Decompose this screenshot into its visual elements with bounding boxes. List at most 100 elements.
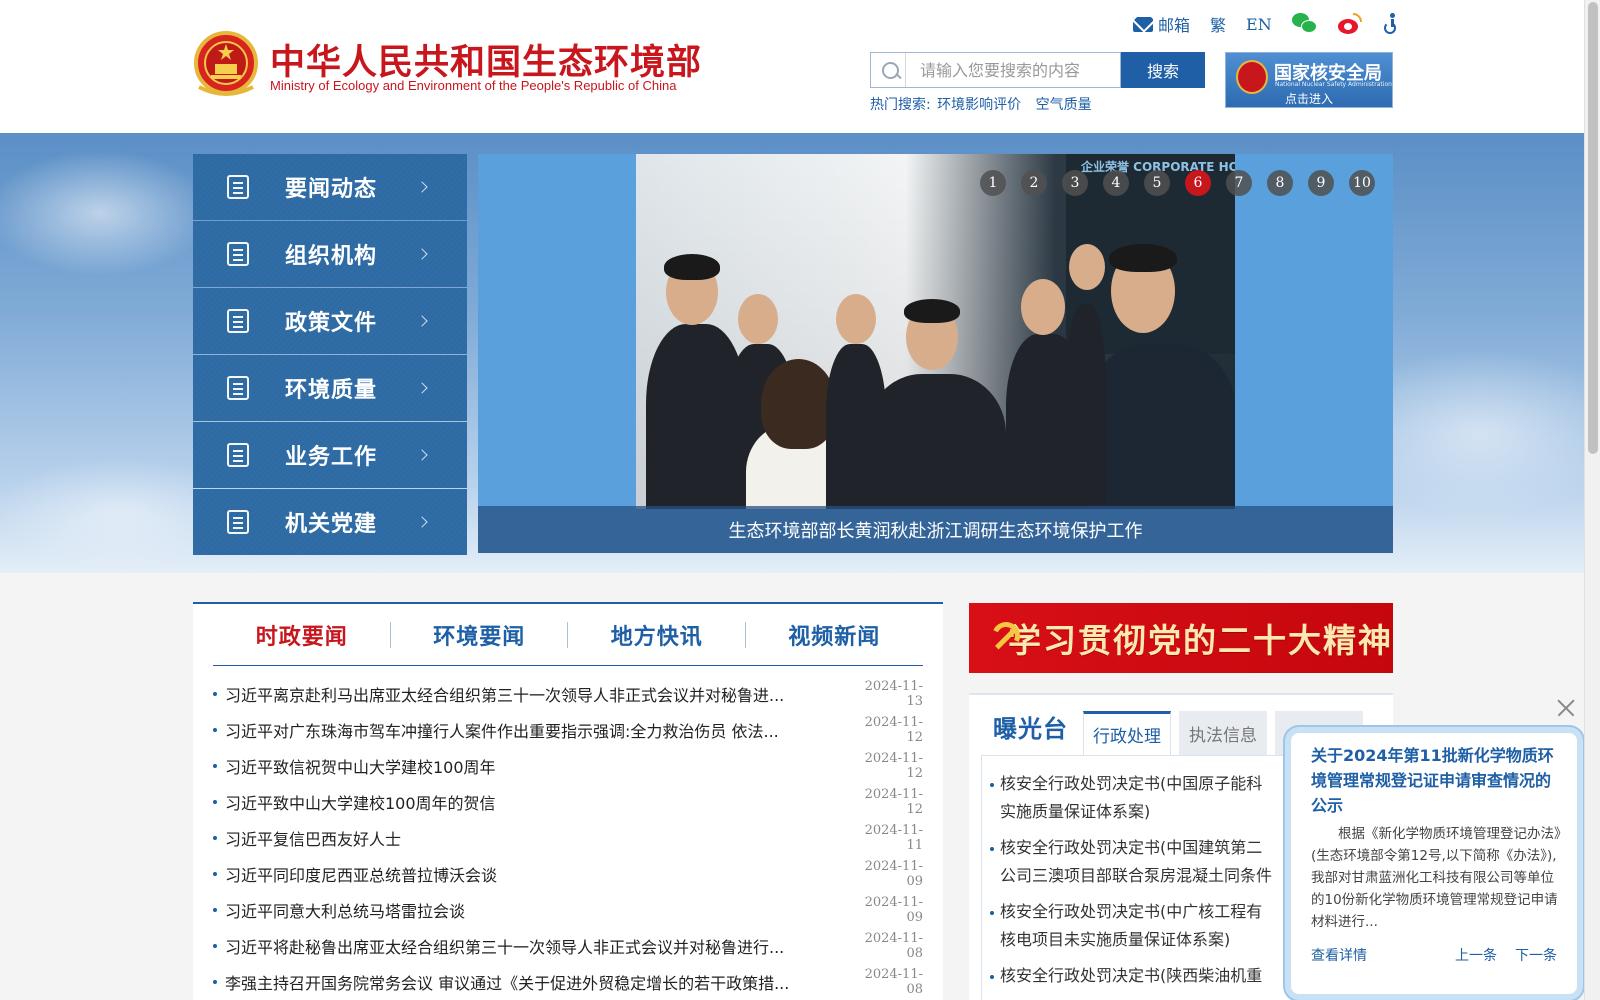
nnsa-enter-label: 点击进入 bbox=[1284, 92, 1333, 106]
news-panel: 时政要闻 环境要闻 地方快讯 视频新闻 习近平离京赴利马出席亚太经合组织第三十一… bbox=[193, 602, 943, 1000]
slide-dot[interactable]: 9 bbox=[1308, 170, 1334, 196]
slide-dot[interactable]: 7 bbox=[1226, 170, 1252, 196]
news-list: 习近平离京赴利马出席亚太经合组织第三十一次领导人非正式会议并对秘鲁进... 202… bbox=[213, 676, 923, 1000]
bullet-icon bbox=[213, 980, 217, 984]
news-item[interactable]: 习近平复信巴西友好人士 2024-11-11 bbox=[213, 820, 923, 856]
news-item[interactable]: 李强主持召开国务院常务会议 审议通过《关于促进外贸稳定增长的若干政策措... 20… bbox=[213, 964, 923, 1000]
slide-photo[interactable]: 企业荣誉 CORPORATE HONORS bbox=[636, 154, 1235, 509]
slide-caption[interactable]: 生态环境部部长黄润秋赴浙江调研生态环境保护工作 bbox=[478, 506, 1393, 553]
tab-politics-news[interactable]: 时政要闻 bbox=[213, 604, 391, 665]
nav-item-business[interactable]: 业务工作 bbox=[193, 422, 467, 488]
popup-body: 根据《新化学物质环境管理登记办法》(生态环境部令第12号,以下简称《办法》),我… bbox=[1311, 826, 1561, 930]
news-item[interactable]: 习近平致中山大学建校100周年的贺信 2024-11-12 bbox=[213, 784, 923, 820]
nnsa-entry-button[interactable]: 国家核安全局 National Nuclear Safety Administr… bbox=[1225, 52, 1393, 108]
nav-item-environment-quality[interactable]: 环境质量 bbox=[193, 355, 467, 421]
popup-title[interactable]: 关于2024年第11批新化学物质环境管理常规登记证申请审查情况的公示 bbox=[1311, 743, 1566, 818]
news-item[interactable]: 习近平同意大利总统马塔雷拉会谈 2024-11-09 bbox=[213, 892, 923, 928]
bullet-icon bbox=[213, 692, 217, 696]
photo-person-hair bbox=[1109, 244, 1177, 272]
tab-environment-news[interactable]: 环境要闻 bbox=[391, 604, 569, 665]
photo-person bbox=[1086, 344, 1235, 509]
hot-search: 热门搜索: 环境影响评价 空气质量 bbox=[870, 94, 1102, 114]
slide-dot[interactable]: 5 bbox=[1144, 170, 1170, 196]
photo-person bbox=[826, 344, 886, 509]
bullet-icon bbox=[213, 800, 217, 804]
tab-administrative[interactable]: 行政处理 bbox=[1083, 711, 1171, 755]
nav-label: 环境质量 bbox=[285, 378, 378, 403]
news-slider[interactable]: 企业荣誉 CORPORATE HONORS 1 2 3 4 5 6 7 8 9 … bbox=[478, 154, 1393, 553]
side-nav: 要闻动态 组织机构 政策文件 环境质量 业务工作 机关党建 bbox=[193, 154, 467, 556]
site-title-en: Ministry of Ecology and Environment of t… bbox=[270, 78, 677, 93]
national-emblem-icon bbox=[194, 31, 258, 96]
party-banner[interactable]: 学习贯彻党的二十大精神 bbox=[969, 603, 1393, 673]
nav-item-party-building[interactable]: 机关党建 bbox=[193, 489, 467, 555]
nav-label: 组织机构 bbox=[285, 244, 378, 269]
nav-item-policy[interactable]: 政策文件 bbox=[193, 288, 467, 354]
photo-person-hair bbox=[664, 254, 720, 280]
news-date: 2024-11-13 bbox=[864, 679, 923, 709]
english-link[interactable]: EN bbox=[1246, 15, 1272, 34]
slide-dot[interactable]: 1 bbox=[980, 170, 1006, 196]
tab-video-news[interactable]: 视频新闻 bbox=[746, 604, 924, 665]
mail-label: 邮箱 bbox=[1158, 16, 1191, 35]
news-item[interactable]: 习近平致信祝贺中山大学建校100周年 2024-11-12 bbox=[213, 748, 923, 784]
scrollbar-thumb[interactable] bbox=[1588, 2, 1598, 454]
news-item[interactable]: 习近平同印度尼西亚总统普拉博沃会谈 2024-11-09 bbox=[213, 856, 923, 892]
news-date: 2024-11-08 bbox=[864, 967, 923, 997]
mail-icon bbox=[1133, 16, 1153, 32]
news-date: 2024-11-08 bbox=[864, 931, 923, 961]
weibo-icon bbox=[1337, 13, 1362, 35]
hammer-sickle-icon bbox=[987, 618, 1024, 658]
news-item[interactable]: 习近平离京赴利马出席亚太经合组织第三十一次领导人非正式会议并对秘鲁进... 202… bbox=[213, 676, 923, 712]
news-title: 习近平致中山大学建校100周年的贺信 bbox=[225, 794, 496, 813]
weibo-link[interactable] bbox=[1337, 13, 1362, 35]
slide-dot-active[interactable]: 6 bbox=[1185, 170, 1211, 196]
nav-label: 业务工作 bbox=[285, 445, 378, 470]
party-banner-text: 学习贯彻党的二十大精神 bbox=[1008, 621, 1393, 660]
nav-item-organization[interactable]: 组织机构 bbox=[193, 221, 467, 287]
tab-enforcement[interactable]: 执法信息 bbox=[1179, 711, 1267, 755]
popup-detail-link[interactable]: 查看详情 bbox=[1311, 945, 1367, 965]
notice-popup: 关于2024年第11批新化学物质环境管理常规登记证申请审查情况的公示 根据《新化… bbox=[1285, 727, 1583, 1000]
news-date: 2024-11-12 bbox=[864, 715, 923, 745]
search-button[interactable]: 搜索 bbox=[1121, 52, 1205, 88]
bullet-icon bbox=[213, 764, 217, 768]
news-item[interactable]: 习近平将赴秘鲁出席亚太经合组织第三十一次领导人非正式会议并对秘鲁进行... 202… bbox=[213, 928, 923, 964]
chevron-right-icon bbox=[416, 449, 428, 461]
slide-dot[interactable]: 3 bbox=[1062, 170, 1088, 196]
slide-dot[interactable]: 2 bbox=[1021, 170, 1047, 196]
chevron-right-icon bbox=[416, 382, 428, 394]
search-input[interactable] bbox=[906, 54, 1120, 86]
briefcase-icon bbox=[227, 443, 249, 467]
photo-person-head bbox=[1069, 244, 1105, 290]
tab-local-news[interactable]: 地方快讯 bbox=[568, 604, 746, 665]
hot-search-term[interactable]: 空气质量 bbox=[1036, 97, 1092, 113]
bullet-icon bbox=[990, 975, 994, 979]
page-scrollbar[interactable] bbox=[1584, 0, 1600, 1000]
certificate-icon bbox=[227, 376, 249, 400]
photo-person-hair bbox=[761, 359, 836, 449]
slide-dot[interactable]: 4 bbox=[1103, 170, 1129, 196]
exposure-title: 曝光台 bbox=[993, 715, 1068, 743]
news-title: 习近平对广东珠海市驾车冲撞行人案件作出重要指示强调:全力救治伤员 依法... bbox=[225, 722, 779, 741]
photo-person bbox=[866, 374, 1006, 509]
accessibility-link[interactable] bbox=[1382, 13, 1402, 35]
hot-search-term[interactable]: 环境影响评价 bbox=[937, 97, 1021, 113]
photo-person-hair bbox=[904, 299, 960, 323]
news-title: 习近平致信祝贺中山大学建校100周年 bbox=[225, 758, 496, 777]
slide-dot[interactable]: 10 bbox=[1349, 170, 1375, 196]
search-box bbox=[870, 52, 1121, 88]
wechat-link[interactable] bbox=[1291, 13, 1318, 35]
mail-link[interactable]: 邮箱 bbox=[1133, 12, 1190, 36]
slide-dot[interactable]: 8 bbox=[1267, 170, 1293, 196]
news-item[interactable]: 习近平对广东珠海市驾车冲撞行人案件作出重要指示强调:全力救治伤员 依法... 20… bbox=[213, 712, 923, 748]
bullet-icon bbox=[990, 847, 994, 851]
bullet-icon bbox=[213, 728, 217, 732]
bullet-icon bbox=[213, 944, 217, 948]
popup-close-icon[interactable] bbox=[1555, 697, 1577, 719]
popup-next-link[interactable]: 下一条 bbox=[1515, 945, 1557, 965]
chevron-right-icon bbox=[416, 248, 428, 260]
traditional-chinese-link[interactable]: 繁 bbox=[1210, 12, 1226, 36]
popup-prev-link[interactable]: 上一条 bbox=[1455, 945, 1497, 965]
nav-item-news[interactable]: 要闻动态 bbox=[193, 154, 467, 220]
